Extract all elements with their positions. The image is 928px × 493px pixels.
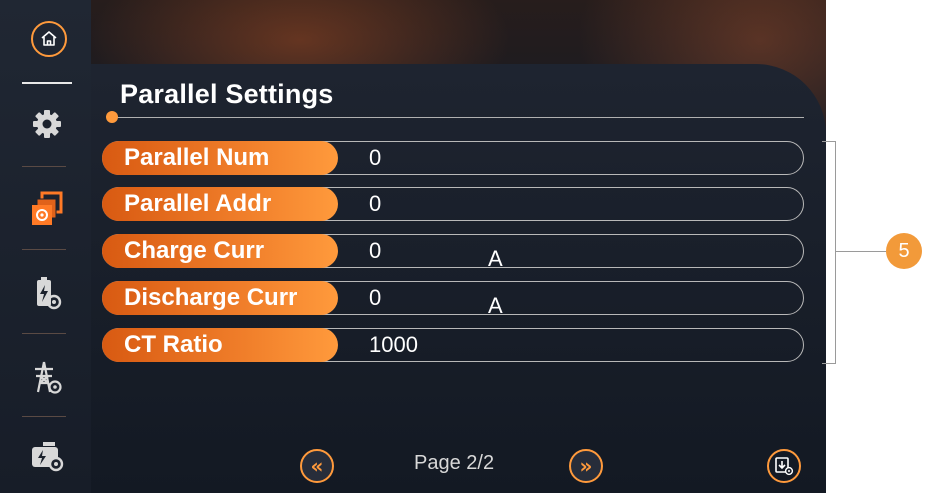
home-button[interactable]	[31, 21, 67, 57]
setting-unit: A	[488, 293, 503, 318]
setting-value[interactable]: 0	[369, 234, 381, 268]
setting-label: Charge Curr	[102, 234, 338, 268]
sidebar-item-battery-settings[interactable]	[28, 274, 66, 312]
sidebar-item-grid-settings[interactable]	[28, 358, 66, 396]
annotation-callout: 5	[886, 233, 922, 269]
setting-label: Discharge Curr	[102, 281, 338, 315]
content-panel	[91, 64, 826, 493]
sidebar-divider	[22, 333, 66, 334]
setting-value[interactable]: 0	[369, 187, 381, 221]
prev-page-button[interactable]: «	[300, 449, 334, 483]
sidebar-divider	[22, 416, 66, 417]
sidebar-divider	[22, 82, 72, 84]
sidebar-divider	[22, 249, 66, 250]
annotation-bracket	[822, 141, 836, 364]
setting-row-ct-ratio[interactable]: CT Ratio 1000	[102, 328, 804, 362]
setting-value[interactable]: 1000	[369, 328, 418, 362]
setting-row-charge-curr[interactable]: Charge Curr 0 A	[102, 234, 804, 271]
setting-value[interactable]: 0	[369, 281, 381, 315]
sidebar-divider	[22, 166, 66, 167]
title-accent-dot	[106, 111, 118, 123]
sidebar	[0, 0, 91, 493]
double-chevron-right-icon: »	[579, 454, 593, 478]
page-title: Parallel Settings	[120, 79, 334, 109]
sidebar-item-generator-settings[interactable]	[28, 437, 66, 475]
grid-settings-icon	[35, 361, 62, 394]
sidebar-item-parallel-settings[interactable]	[28, 190, 66, 228]
title-underline	[114, 117, 804, 118]
double-chevron-left-icon: «	[310, 454, 324, 478]
next-page-button[interactable]: »	[569, 449, 603, 483]
setting-value[interactable]: 0	[369, 141, 381, 175]
setting-unit: A	[488, 246, 503, 271]
setting-label: CT Ratio	[102, 328, 338, 362]
setting-row-discharge-curr[interactable]: Discharge Curr 0 A	[102, 281, 804, 318]
device-screen: Parallel Settings Parallel Num 0 Paralle…	[0, 0, 826, 493]
setting-row-parallel-addr[interactable]: Parallel Addr 0	[102, 187, 804, 221]
gear-icon	[33, 110, 61, 138]
setting-label: Parallel Num	[102, 141, 338, 175]
setting-label: Parallel Addr	[102, 187, 338, 221]
sidebar-item-settings[interactable]	[28, 105, 66, 143]
generator-settings-icon	[32, 442, 64, 472]
export-settings-button[interactable]	[767, 449, 801, 483]
annotation-leader-line	[836, 251, 886, 252]
page-indicator: Page 2/2	[414, 452, 495, 474]
home-icon	[41, 31, 57, 46]
parallel-settings-icon	[32, 191, 63, 225]
setting-row-parallel-num[interactable]: Parallel Num 0	[102, 141, 804, 175]
battery-settings-icon	[37, 277, 62, 310]
export-settings-icon	[775, 457, 794, 476]
